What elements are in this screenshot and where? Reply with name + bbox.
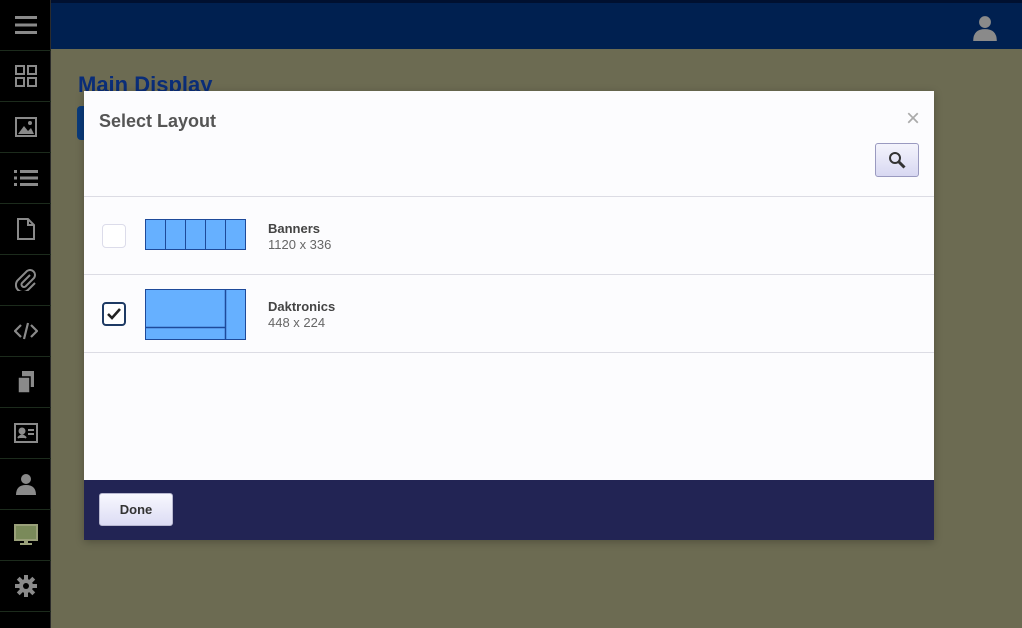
sidebar-item-displays[interactable] (0, 510, 51, 561)
menu-icon (14, 16, 37, 34)
document-icon (16, 218, 35, 240)
sidebar-item-users[interactable] (0, 459, 51, 510)
sidebar-item-list[interactable] (0, 153, 51, 204)
user-icon (15, 474, 36, 495)
layout-name: Daktronics (268, 299, 336, 314)
layout-size: 448 x 224 (268, 315, 326, 330)
sidebar-item-document[interactable] (0, 204, 51, 255)
code-icon (13, 322, 38, 340)
sidebar-item-settings[interactable] (0, 561, 51, 612)
sidebar-item-attachments[interactable] (0, 255, 51, 306)
layout-thumbnail (145, 219, 246, 250)
sidebar-item-dashboard[interactable] (0, 51, 51, 102)
top-bar (51, 0, 1022, 49)
attachment-icon (14, 269, 36, 291)
layout-checkbox[interactable] (102, 224, 126, 248)
list-icon (13, 170, 38, 186)
close-button[interactable]: × (906, 107, 920, 131)
checkmark-icon (107, 308, 121, 320)
search-icon (889, 152, 906, 169)
user-icon (973, 16, 997, 41)
layout-size: 1120 x 336 (268, 237, 332, 252)
dialog-title: Select Layout (99, 111, 217, 131)
sidebar-item-profile-card[interactable] (0, 408, 51, 459)
layout-row[interactable]: Daktronics 448 x 224 (84, 275, 934, 353)
layout-name: Banners (268, 221, 321, 236)
settings-icon (14, 575, 37, 597)
account-menu[interactable] (972, 15, 998, 46)
monitor-icon (13, 524, 38, 545)
sidebar-item-menu[interactable] (0, 0, 51, 51)
layout-checkbox[interactable] (102, 302, 126, 326)
copy-icon (16, 371, 34, 394)
sidebar (0, 0, 51, 628)
layout-thumbnail (145, 289, 246, 340)
dialog-footer: Done (84, 480, 934, 540)
sidebar-item-copy[interactable] (0, 357, 51, 408)
id-card-icon (13, 423, 38, 443)
search-button[interactable] (875, 143, 919, 177)
select-layout-dialog: Select Layout × Banners 1120 x 336 Daktr… (84, 91, 934, 540)
done-button[interactable]: Done (99, 493, 173, 526)
sidebar-item-media[interactable] (0, 102, 51, 153)
layout-row[interactable]: Banners 1120 x 336 (84, 197, 934, 275)
image-icon (14, 117, 37, 137)
dashboard-grid-icon (14, 65, 37, 87)
dialog-header: Select Layout × (84, 91, 934, 197)
sidebar-item-code[interactable] (0, 306, 51, 357)
